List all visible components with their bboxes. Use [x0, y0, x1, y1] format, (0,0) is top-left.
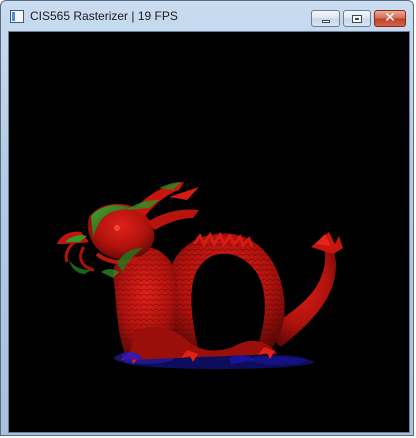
maximize-button[interactable]: [343, 10, 371, 27]
close-icon: ✕: [384, 10, 396, 26]
close-button[interactable]: ✕: [374, 10, 406, 27]
dragon-render: [57, 182, 343, 369]
title-bar[interactable]: CIS565 Rasterizer | 19 FPS ✕: [1, 1, 413, 31]
app-window-icon[interactable]: [10, 10, 24, 23]
maximize-icon: [352, 15, 362, 23]
render-viewport[interactable]: [8, 31, 410, 433]
window-title: CIS565 Rasterizer | 19 FPS: [30, 9, 178, 23]
minimize-button[interactable]: [311, 10, 340, 27]
minimize-icon: [322, 20, 330, 23]
app-window: CIS565 Rasterizer | 19 FPS ✕: [0, 0, 414, 436]
